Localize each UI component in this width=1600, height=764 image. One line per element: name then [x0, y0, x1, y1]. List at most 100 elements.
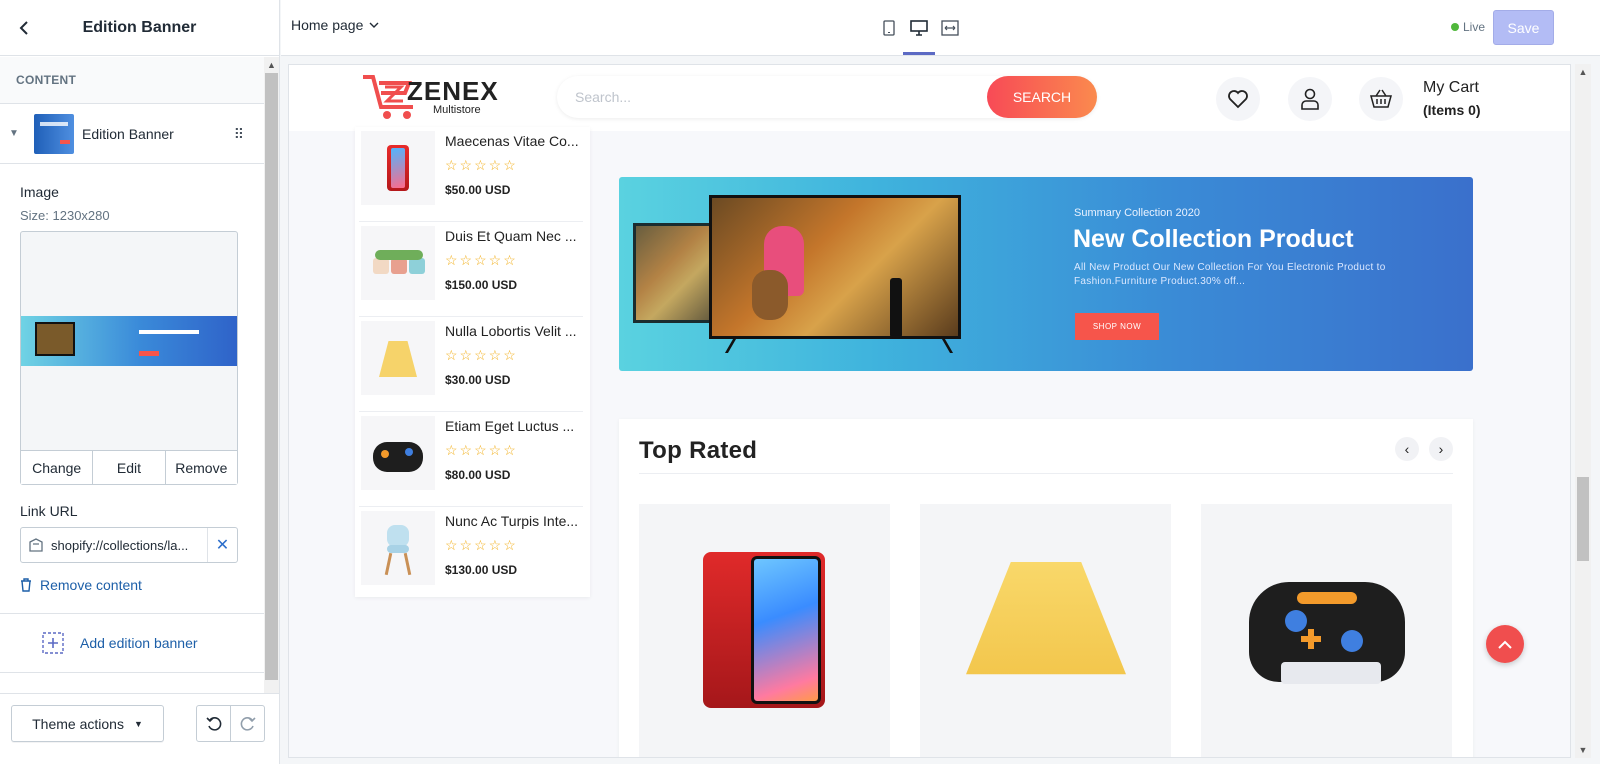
back-button[interactable] [12, 16, 36, 40]
redo-button[interactable] [231, 706, 264, 741]
product-price: $30.00 USD [445, 373, 511, 387]
section-label: CONTENT [0, 57, 264, 104]
brand-subtitle: Multistore [433, 104, 481, 116]
wishlist-button[interactable] [1216, 77, 1260, 121]
undo-icon [205, 716, 221, 731]
list-item[interactable]: Nunc Ac Turpis Inte... ☆☆☆☆☆ $130.00 USD [359, 507, 583, 602]
search-placeholder: Search... [575, 89, 632, 105]
desktop-icon [910, 20, 928, 36]
block-thumbnail [34, 113, 74, 154]
product-image [361, 416, 435, 490]
theme-actions-label: Theme actions [32, 715, 124, 732]
search-button[interactable]: SEARCH [987, 76, 1097, 118]
change-image-button[interactable]: Change [21, 451, 94, 484]
list-item[interactable]: Maecenas Vitae Co... ☆☆☆☆☆ $50.00 USD [359, 127, 583, 222]
desktop-view-button[interactable] [905, 14, 933, 42]
banner-description: All New Product Our New Collection For Y… [1074, 262, 1386, 287]
carousel-next-button[interactable]: › [1429, 437, 1453, 461]
product-card[interactable] [1201, 504, 1452, 757]
list-item[interactable]: Etiam Eget Luctus ... ☆☆☆☆☆ $80.00 USD [359, 412, 583, 507]
edition-banner[interactable]: Summary Collection 2020 New Collection P… [619, 177, 1473, 371]
product-card[interactable] [920, 504, 1171, 757]
link-icon [21, 538, 51, 552]
store-header: ZENEX Multistore Search... SEARCH My Car… [289, 65, 1570, 131]
theme-actions-button[interactable]: Theme actions ▼ [11, 705, 164, 742]
image-preview [21, 316, 237, 366]
side-product-list: Maecenas Vitae Co... ☆☆☆☆☆ $50.00 USD Du… [355, 127, 590, 597]
add-block-button[interactable]: Add edition banner [0, 613, 264, 673]
page-selector[interactable]: Home page [291, 17, 379, 33]
carousel-prev-button[interactable]: ‹ [1395, 437, 1419, 461]
redo-icon [240, 716, 256, 731]
fullwidth-icon [941, 20, 959, 36]
list-item[interactable]: Duis Et Quam Nec ... ☆☆☆☆☆ $150.00 USD [359, 222, 583, 317]
product-name: Nunc Ac Turpis Inte... [445, 513, 579, 529]
block-row-edition-banner[interactable]: ▼ Edition Banner ⠿ [0, 104, 264, 164]
product-image [361, 131, 435, 205]
list-item[interactable]: Nulla Lobortis Velit ... ☆☆☆☆☆ $30.00 US… [359, 317, 583, 412]
save-button[interactable]: Save [1493, 10, 1554, 45]
product-price: $150.00 USD [445, 278, 518, 292]
scrollbar-thumb[interactable] [265, 73, 278, 680]
page-selector-label: Home page [291, 17, 364, 33]
undo-button[interactable] [197, 706, 231, 741]
active-view-indicator [903, 52, 935, 55]
product-image [361, 511, 435, 585]
cart-summary[interactable]: My Cart (Items 0) [1423, 77, 1481, 121]
live-status-label: Live [1463, 20, 1486, 34]
product-name: Duis Et Quam Nec ... [445, 228, 577, 244]
shop-now-button[interactable]: SHOP NOW [1075, 313, 1159, 340]
cart-label: My Cart [1423, 79, 1479, 96]
product-price: $50.00 USD [445, 183, 511, 197]
preview-scrollbar[interactable]: ▲ ▼ [1575, 64, 1591, 758]
close-icon[interactable]: ✕ [207, 528, 237, 562]
remove-content-link[interactable]: Remove content [0, 577, 264, 593]
scroll-down-arrow[interactable]: ▼ [1575, 742, 1591, 758]
store-search[interactable]: Search... SEARCH [557, 76, 1097, 118]
editor-toolbar: Home page Live Save [281, 0, 1600, 56]
mobile-view-button[interactable] [875, 14, 903, 42]
sidebar-header: Edition Banner [0, 0, 279, 56]
link-url-field[interactable]: shopify://collections/la... ✕ [20, 527, 238, 563]
sidebar-footer: Theme actions ▼ [0, 693, 279, 764]
remove-content-label: Remove content [40, 577, 142, 593]
remove-image-button[interactable]: Remove [166, 451, 237, 484]
scroll-up-arrow[interactable]: ▲ [1575, 64, 1591, 80]
fullwidth-view-button[interactable] [936, 14, 964, 42]
image-actions: Change Edit Remove [21, 450, 237, 484]
store-logo[interactable]: ZENEX Multistore [361, 71, 501, 123]
rating-stars: ☆☆☆☆☆ [445, 537, 518, 553]
link-url-label: Link URL [20, 503, 78, 519]
cart-button[interactable] [1359, 77, 1403, 121]
caret-down-icon: ▼ [133, 718, 143, 729]
trash-icon [21, 578, 31, 592]
banner-headline: New Collection Product [1073, 225, 1354, 253]
live-dot [1451, 23, 1459, 31]
rating-stars: ☆☆☆☆☆ [445, 442, 518, 458]
sidebar-scrollbar[interactable]: ▲ ▼ [264, 57, 279, 707]
arrow-up-icon [1498, 640, 1512, 649]
drag-handle-icon[interactable]: ⠿ [234, 126, 244, 143]
section-divider [639, 473, 1453, 474]
undo-redo-group [196, 705, 265, 742]
image-picker: Change Edit Remove [20, 231, 238, 485]
scrollbar-thumb[interactable] [1577, 477, 1589, 561]
image-size-hint: Size: 1230x280 [20, 208, 110, 223]
banner-tv-front [709, 195, 961, 339]
scroll-up-arrow[interactable]: ▲ [264, 57, 279, 73]
product-image [361, 226, 435, 300]
product-name: Maecenas Vitae Co... [445, 133, 579, 149]
caret-down-icon[interactable]: ▼ [0, 128, 28, 139]
account-button[interactable] [1288, 77, 1332, 121]
banner-eyebrow: Summary Collection 2020 [1074, 207, 1200, 219]
mobile-icon [883, 20, 895, 36]
product-price: $130.00 USD [445, 563, 518, 577]
editor-sidebar: Edition Banner CONTENT ▼ Edition Banner … [0, 0, 280, 764]
link-url-value: shopify://collections/la... [51, 537, 189, 553]
brand-name: ZENEX [407, 76, 499, 106]
product-card[interactable] [639, 504, 890, 757]
edit-image-button[interactable]: Edit [93, 451, 166, 484]
chevron-down-icon [369, 22, 379, 28]
scroll-to-top-button[interactable] [1486, 625, 1524, 663]
top-rated-section: Top Rated ‹ › [619, 419, 1473, 757]
